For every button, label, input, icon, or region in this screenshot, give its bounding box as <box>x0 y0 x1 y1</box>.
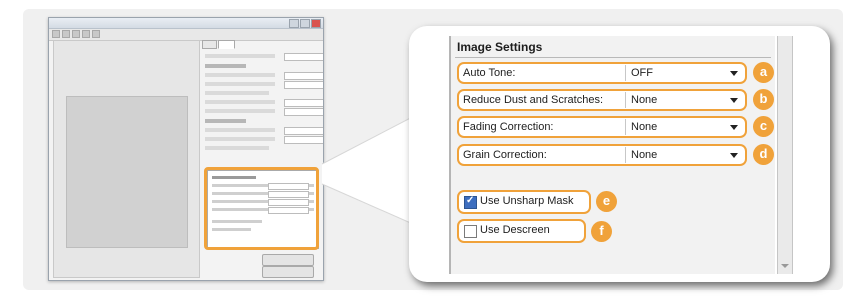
chevron-down-icon[interactable] <box>730 98 738 103</box>
badge-f: f <box>591 221 612 242</box>
use-descreen-label: Use Descreen <box>480 224 550 236</box>
auto-tone-row: Auto Tone: OFF <box>457 62 747 84</box>
badge-d: d <box>753 144 774 165</box>
fading-correction-select[interactable]: None <box>625 119 744 135</box>
use-unsharp-mask-checkbox[interactable] <box>464 195 477 209</box>
panel-title: Image Settings <box>457 40 543 54</box>
fading-correction-value: None <box>631 121 658 133</box>
grain-correction-value: None <box>631 149 658 161</box>
reduce-dust-select[interactable]: None <box>625 92 744 108</box>
panel-scrollbar[interactable] <box>777 36 793 274</box>
grain-correction-select[interactable]: None <box>625 147 744 163</box>
chevron-down-icon[interactable] <box>730 71 738 76</box>
use-unsharp-mask-checkbox-row[interactable]: Use Unsharp Mask <box>457 190 591 214</box>
use-descreen-checkbox[interactable] <box>464 225 477 238</box>
grain-correction-row: Grain Correction: None <box>457 144 747 166</box>
grain-correction-label: Grain Correction: <box>463 149 547 161</box>
panel-divider <box>455 57 771 58</box>
badge-b: b <box>753 89 774 110</box>
scroll-down-icon[interactable] <box>781 264 789 268</box>
use-unsharp-mask-label: Use Unsharp Mask <box>480 195 574 207</box>
reduce-dust-value: None <box>631 94 658 106</box>
auto-tone-value: OFF <box>631 67 653 79</box>
badge-a: a <box>753 62 774 83</box>
auto-tone-label: Auto Tone: <box>463 67 516 79</box>
image-settings-callout: Image Settings Auto Tone: OFF a Reduce D… <box>409 26 830 282</box>
auto-tone-select[interactable]: OFF <box>625 65 744 81</box>
badge-e: e <box>596 191 617 212</box>
fading-correction-row: Fading Correction: None <box>457 116 747 138</box>
chevron-down-icon[interactable] <box>730 153 738 158</box>
reduce-dust-label: Reduce Dust and Scratches: <box>463 94 604 106</box>
reduce-dust-row: Reduce Dust and Scratches: None <box>457 89 747 111</box>
chevron-down-icon[interactable] <box>730 125 738 130</box>
use-descreen-checkbox-row[interactable]: Use Descreen <box>457 219 586 243</box>
badge-c: c <box>753 116 774 137</box>
fading-correction-label: Fading Correction: <box>463 121 554 133</box>
